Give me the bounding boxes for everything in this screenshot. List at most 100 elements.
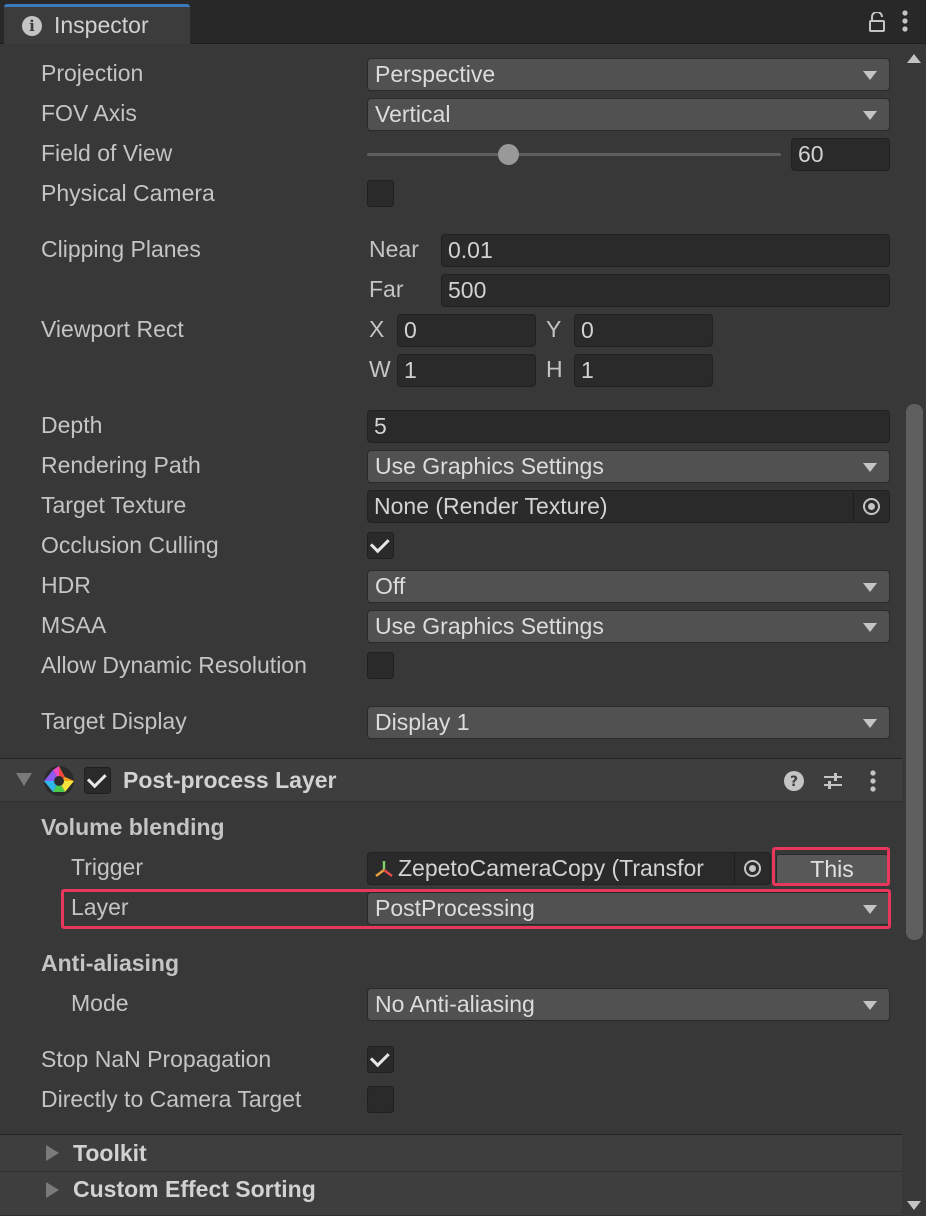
direct-to-camera-label: Directly to Camera Target xyxy=(41,1086,302,1112)
scroll-down-arrow-icon[interactable] xyxy=(907,1201,921,1210)
dropdown-arrow-icon xyxy=(863,719,877,728)
aa-mode-dropdown[interactable]: No Anti-aliasing xyxy=(367,988,890,1021)
more-vertical-icon[interactable] xyxy=(902,10,908,38)
hdr-dropdown[interactable]: Off xyxy=(367,570,890,603)
msaa-dropdown[interactable]: Use Graphics Settings xyxy=(367,610,890,643)
rendering-path-dropdown[interactable]: Use Graphics Settings xyxy=(367,450,890,483)
fov-slider-track[interactable] xyxy=(367,153,781,156)
dropdown-arrow-icon xyxy=(863,623,877,632)
trigger-field[interactable]: ZepetoCameraCopy (Transfor xyxy=(367,852,771,885)
direct-to-camera-row: Directly to Camera Target xyxy=(0,1080,902,1120)
fov-value: 60 xyxy=(798,141,824,167)
viewport-x-input[interactable]: 0 xyxy=(397,314,536,347)
viewport-y-value: 0 xyxy=(581,317,594,343)
aa-mode-value: No Anti-aliasing xyxy=(375,991,535,1017)
physical-camera-checkbox[interactable] xyxy=(367,180,394,207)
dropdown-arrow-icon xyxy=(863,111,877,120)
scrollbar-thumb[interactable] xyxy=(906,404,923,940)
depth-row: Depth 5 xyxy=(0,406,902,446)
foldout-arrow-icon[interactable] xyxy=(46,1145,59,1161)
fov-axis-row: FOV Axis Vertical xyxy=(0,94,902,134)
hdr-row: HDR Off xyxy=(0,566,902,606)
allow-dynamic-resolution-label: Allow Dynamic Resolution xyxy=(41,652,307,678)
toolkit-foldout[interactable]: Toolkit xyxy=(0,1134,902,1172)
viewport-x-value: 0 xyxy=(404,317,417,343)
w-label: W xyxy=(369,356,391,382)
target-texture-row: Target Texture None (Render Texture) xyxy=(0,486,902,526)
toolkit-title: Toolkit xyxy=(73,1140,147,1166)
y-label: Y xyxy=(546,316,562,342)
direct-to-camera-checkbox[interactable] xyxy=(367,1086,394,1113)
vertical-scrollbar[interactable] xyxy=(902,44,926,1216)
dropdown-arrow-icon xyxy=(863,583,877,592)
h-label: H xyxy=(546,356,563,382)
viewport-w-input[interactable]: 1 xyxy=(397,354,536,387)
occlusion-culling-row: Occlusion Culling xyxy=(0,526,902,566)
far-value: 500 xyxy=(448,277,487,303)
field-of-view-row: Field of View 60 xyxy=(0,134,902,174)
clipping-planes-far-row: Far 500 xyxy=(0,270,902,310)
projection-value: Perspective xyxy=(375,61,496,87)
clipping-planes-near-row: Clipping Planes Near 0.01 xyxy=(0,230,902,270)
viewport-rect-wh-row: W 1 H 1 xyxy=(0,350,902,390)
msaa-value: Use Graphics Settings xyxy=(375,613,604,639)
allow-dynamic-resolution-checkbox[interactable] xyxy=(367,652,394,679)
target-texture-label: Target Texture xyxy=(41,492,187,518)
layer-label: Layer xyxy=(71,894,129,920)
allow-dynamic-resolution-row: Allow Dynamic Resolution xyxy=(0,646,902,686)
dropdown-arrow-icon xyxy=(863,905,877,914)
custom-effect-sorting-foldout[interactable]: Custom Effect Sorting xyxy=(0,1172,902,1216)
near-input[interactable]: 0.01 xyxy=(441,234,890,267)
msaa-row: MSAA Use Graphics Settings xyxy=(0,606,902,646)
projection-dropdown[interactable]: Perspective xyxy=(367,58,890,91)
foldout-arrow-icon[interactable] xyxy=(16,773,32,786)
dropdown-arrow-icon xyxy=(863,1001,877,1010)
fov-axis-label: FOV Axis xyxy=(41,100,137,126)
fov-slider-thumb[interactable] xyxy=(498,144,519,165)
object-picker-button[interactable] xyxy=(853,491,889,522)
depth-input[interactable]: 5 xyxy=(367,410,890,443)
clipping-planes-label: Clipping Planes xyxy=(41,236,201,262)
projection-row: Projection Perspective xyxy=(0,54,902,94)
post-process-enabled-checkbox[interactable] xyxy=(84,767,111,794)
hdr-label: HDR xyxy=(41,572,91,598)
stop-nan-checkbox[interactable] xyxy=(367,1046,394,1073)
foldout-arrow-icon[interactable] xyxy=(46,1182,59,1198)
far-label: Far xyxy=(369,276,404,302)
lock-icon[interactable] xyxy=(868,10,886,38)
viewport-rect-xy-row: Viewport Rect X 0 Y 0 xyxy=(0,310,902,350)
target-display-dropdown[interactable]: Display 1 xyxy=(367,706,890,739)
tab-label: Inspector xyxy=(54,12,149,38)
svg-text:?: ? xyxy=(790,774,798,790)
target-texture-field[interactable]: None (Render Texture) xyxy=(367,490,890,523)
dropdown-arrow-icon xyxy=(863,463,877,472)
viewport-h-input[interactable]: 1 xyxy=(574,354,713,387)
scroll-up-arrow-icon[interactable] xyxy=(907,54,921,63)
near-label: Near xyxy=(369,236,419,262)
post-process-layer-header[interactable]: Post-process Layer ? xyxy=(0,758,902,802)
more-vertical-icon[interactable] xyxy=(870,770,876,798)
aa-mode-row: Mode No Anti-aliasing xyxy=(0,984,902,1024)
presets-sliders-icon[interactable] xyxy=(822,770,844,798)
this-button[interactable]: This xyxy=(776,854,888,885)
layer-dropdown[interactable]: PostProcessing xyxy=(367,892,890,925)
fov-axis-dropdown[interactable]: Vertical xyxy=(367,98,890,131)
target-display-label: Target Display xyxy=(41,708,187,734)
projection-label: Projection xyxy=(41,60,144,86)
object-picker-icon xyxy=(863,498,880,515)
layer-row: Layer PostProcessing xyxy=(0,888,902,928)
trigger-row: Trigger ZepetoCameraCopy (Transfor This xyxy=(0,848,902,888)
tab-inspector[interactable]: i Inspector xyxy=(4,4,190,44)
viewport-rect-label: Viewport Rect xyxy=(41,316,184,342)
depth-label: Depth xyxy=(41,412,103,438)
fov-input[interactable]: 60 xyxy=(791,138,890,171)
volume-blending-heading-row: Volume blending xyxy=(0,808,902,848)
object-picker-button[interactable] xyxy=(734,853,770,884)
fov-axis-value: Vertical xyxy=(375,101,451,127)
occlusion-culling-checkbox[interactable] xyxy=(367,532,394,559)
far-input[interactable]: 500 xyxy=(441,274,890,307)
viewport-y-input[interactable]: 0 xyxy=(574,314,713,347)
aa-mode-label: Mode xyxy=(71,990,129,1016)
field-of-view-label: Field of View xyxy=(41,140,173,166)
help-icon[interactable]: ? xyxy=(783,770,805,798)
